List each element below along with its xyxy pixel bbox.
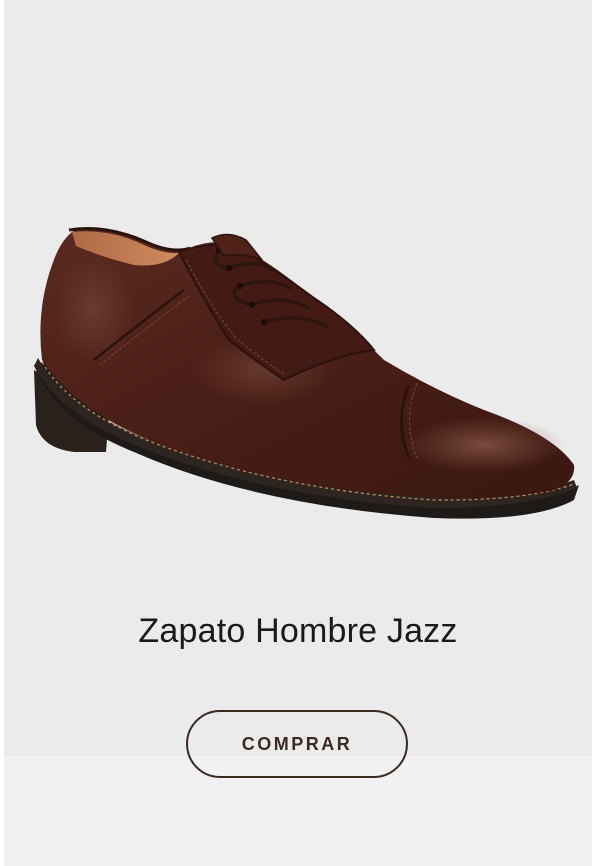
product-image[interactable] [14,190,584,540]
toe-shine [404,417,564,473]
product-card[interactable]: Zapato Hombre Jazz COMPRAR [4,0,592,866]
buy-button-label: COMPRAR [241,733,353,754]
product-title: Zapato Hombre Jazz [138,612,458,650]
buy-button[interactable]: COMPRAR [186,710,408,778]
